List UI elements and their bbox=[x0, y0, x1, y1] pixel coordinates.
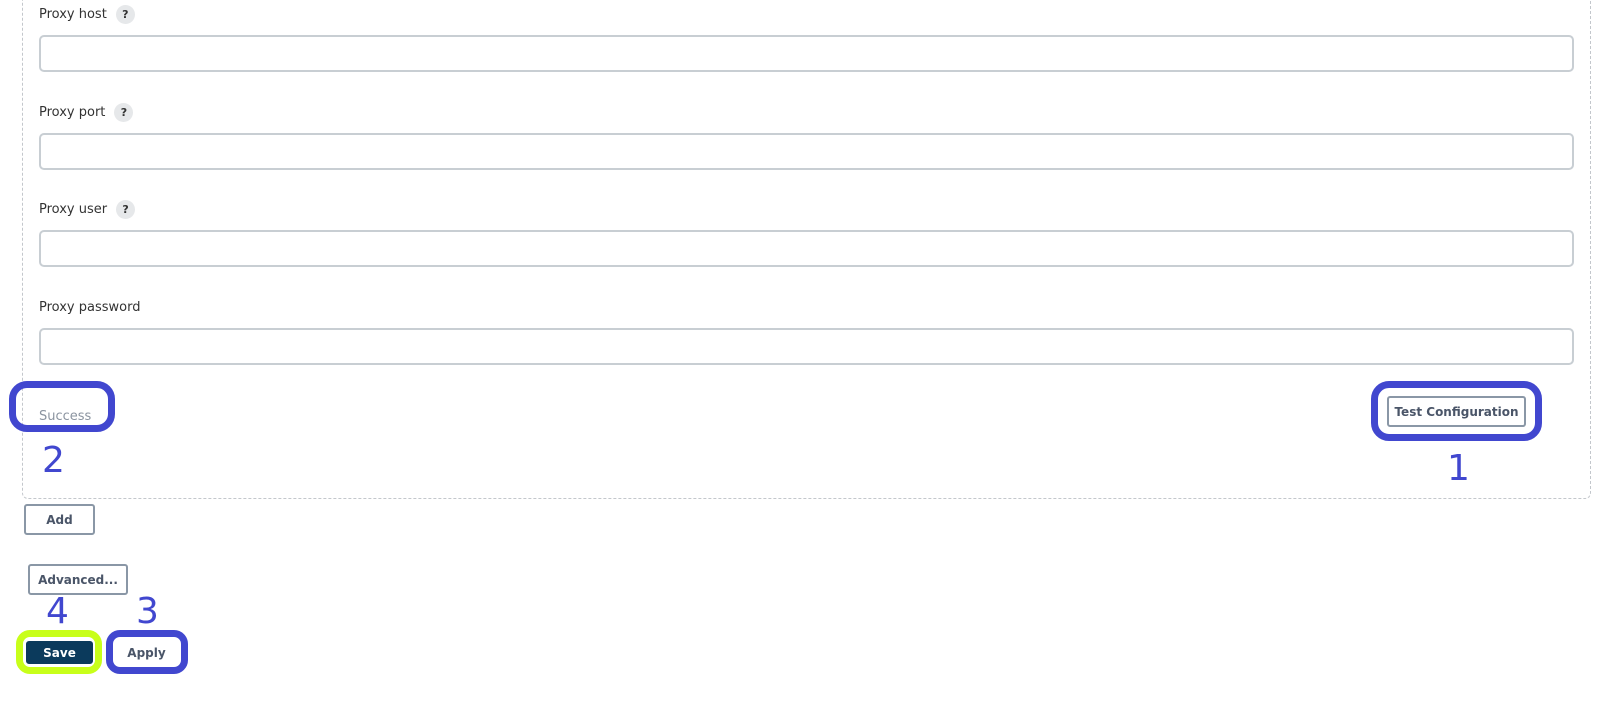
proxy-host-input[interactable] bbox=[39, 35, 1574, 72]
annotation-highlight-2 bbox=[9, 381, 115, 432]
proxy-password-input[interactable] bbox=[39, 328, 1574, 365]
add-button[interactable]: Add bbox=[24, 504, 95, 535]
annotation-number-1: 1 bbox=[1447, 448, 1470, 489]
proxy-port-input[interactable] bbox=[39, 133, 1574, 170]
annotation-number-3: 3 bbox=[136, 591, 159, 632]
proxy-user-help-icon[interactable]: ? bbox=[116, 199, 136, 219]
proxy-port-label: Proxy port ? bbox=[39, 101, 134, 123]
annotation-number-2: 2 bbox=[42, 440, 65, 481]
proxy-user-input[interactable] bbox=[39, 230, 1574, 267]
save-button[interactable]: Save bbox=[26, 641, 93, 664]
proxy-host-help-icon[interactable]: ? bbox=[115, 4, 135, 24]
apply-button[interactable]: Apply bbox=[115, 641, 178, 664]
proxy-password-label: Proxy password bbox=[39, 296, 140, 318]
proxy-password-label-text: Proxy password bbox=[39, 299, 141, 315]
proxy-host-label: Proxy host ? bbox=[39, 3, 135, 25]
proxy-host-label-text: Proxy host bbox=[39, 6, 107, 22]
proxy-port-label-text: Proxy port bbox=[39, 104, 106, 120]
proxy-user-label: Proxy user ? bbox=[39, 198, 136, 220]
annotation-number-4: 4 bbox=[46, 591, 69, 632]
advanced-button[interactable]: Advanced... bbox=[28, 564, 128, 595]
proxy-user-label-text: Proxy user bbox=[39, 201, 108, 217]
annotation-highlight-1 bbox=[1371, 381, 1542, 441]
proxy-port-help-icon[interactable]: ? bbox=[114, 102, 134, 122]
